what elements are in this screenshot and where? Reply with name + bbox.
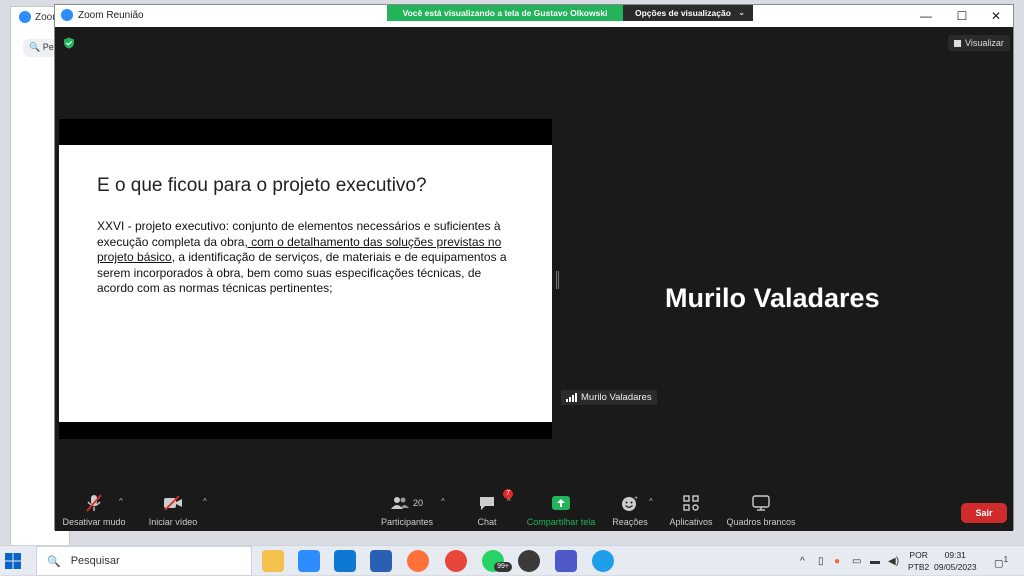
start-video-button[interactable]: Iniciar vídeo [143,493,203,527]
slide-body: XXVI - projeto executivo: conjunto de el… [97,219,507,295]
microphone-muted-icon [61,493,127,513]
whatsapp-badge: 99+ [494,562,512,572]
zoom-logo-icon [61,9,73,21]
chevron-up-icon[interactable]: ^ [800,556,805,567]
avast-icon[interactable]: ● [834,556,840,567]
view-options-dropdown[interactable]: Opções de visualização ⌄ [623,5,753,21]
zoom-meeting-window: Zoom Reunião — ☐ ✕ Você está visualizand… [54,4,1014,531]
speaker-name-tag: Murilo Valadares [561,390,657,405]
clock[interactable]: 09:31 09/05/2023 [934,549,977,573]
split-view-divider[interactable] [556,271,559,289]
windows-taskbar: 🔍 Pesquisar 99+ ^ ▯ ● ▭ ▬ ◀) POR PTB2 09… [0,545,1024,576]
reactions-icon: + [622,495,638,511]
screen-share-banner: Você está visualizando a tela de Gustavo… [387,5,623,21]
chrome-icon[interactable] [445,550,467,572]
maximize-button[interactable]: ☐ [945,7,979,25]
network-icon[interactable]: ▭ [852,556,861,567]
share-screen-icon [552,496,570,510]
share-screen-button[interactable]: Compartilhar tela [521,493,601,527]
signal-strength-icon [566,393,577,402]
video-options-chevron-icon[interactable]: ^ [203,497,207,506]
volume-icon[interactable]: ◀) [888,556,899,567]
shared-screen[interactable]: E o que ficou para o projeto executivo? … [59,119,552,439]
search-icon: 🔍 [47,555,61,568]
edge-icon[interactable] [592,550,614,572]
firefox-icon[interactable] [407,550,429,572]
chevron-down-icon: ⌄ [738,8,745,17]
window-title: Zoom Reunião [61,9,144,21]
camera-off-icon [143,493,203,513]
participants-icon [390,497,409,509]
audio-options-chevron-icon[interactable]: ^ [119,497,123,506]
active-speaker-name: Murilo Valadares [665,283,880,313]
presentation-slide: E o que ficou para o projeto executivo? … [59,145,552,422]
whatsapp-icon[interactable]: 99+ [482,550,512,572]
leave-meeting-button[interactable]: Sair [961,503,1007,523]
meeting-area: Visualizar E o que ficou para o projeto … [55,27,1013,501]
whiteboard-icon [752,495,770,511]
participants-button[interactable]: 20 Participantes [373,493,441,527]
apps-icon [683,495,699,511]
meeting-toolbar: Desativar mudo ^ Iniciar vídeo ^ 20 Part… [55,483,1013,531]
windows-start-icon[interactable] [4,552,22,570]
zoom-app-icon[interactable] [298,550,320,572]
svg-text:+: + [634,495,638,502]
close-button[interactable]: ✕ [979,7,1013,25]
unmute-button[interactable]: Desativar mudo [61,493,127,527]
apps-button[interactable]: Aplicativos [663,493,719,527]
reactions-chevron-icon[interactable]: ^ [649,497,653,506]
view-icon [954,39,961,47]
word-icon[interactable] [370,550,392,572]
view-button[interactable]: Visualizar [948,35,1010,51]
reactions-button[interactable]: + Reações [607,493,653,527]
mail-icon[interactable] [334,550,356,572]
chat-icon [480,497,494,510]
taskbar-search[interactable]: 🔍 Pesquisar [36,546,252,576]
zoom-logo-icon [19,11,31,23]
language-indicator[interactable]: POR PTB2 [908,549,929,573]
obs-icon[interactable] [518,550,540,572]
minimize-button[interactable]: — [909,7,943,25]
participants-count: 20 [412,498,423,508]
teams-icon[interactable] [555,550,577,572]
chat-button[interactable]: 7 Chat [467,489,513,527]
slide-title: E o que ficou para o projeto executivo? [97,175,427,196]
whiteboards-button[interactable]: Quadros brancos [723,493,799,527]
file-explorer-icon[interactable] [262,550,284,572]
chat-chevron-icon[interactable]: ^ [507,497,511,506]
participants-chevron-icon[interactable]: ^ [441,497,445,506]
battery-icon[interactable]: ▬ [870,556,880,567]
shield-icon[interactable] [63,37,75,49]
tray-app-icon[interactable]: ▯ [818,556,824,567]
notification-icon[interactable]: ▢1 [994,554,1008,569]
